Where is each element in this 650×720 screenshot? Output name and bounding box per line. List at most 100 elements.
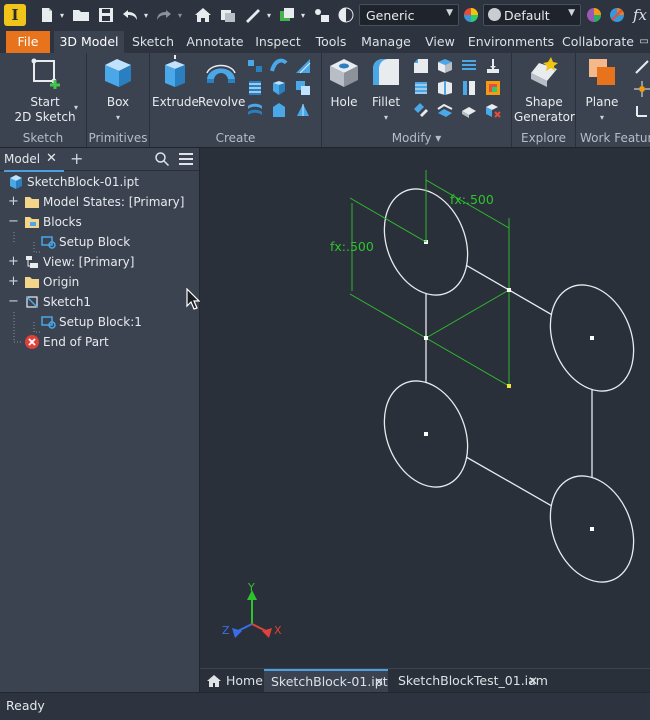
tab-inspect[interactable]: Inspect [252,31,304,53]
direct-edit-icon[interactable] [484,79,502,97]
extrude-button[interactable]: Extrude [152,55,199,110]
update-icon[interactable] [276,5,298,25]
plane-label: Plane [585,95,619,109]
center-point[interactable] [424,432,428,436]
tab-view[interactable]: View [420,31,460,53]
measure-dropdown-icon[interactable]: ▾ [265,5,273,25]
axis-tool-icon[interactable] [634,59,650,75]
projects-icon[interactable] [217,5,239,25]
redo-icon[interactable] [154,5,174,25]
plane-dropdown-icon[interactable]: ▾ [580,110,624,125]
dimension-label-top[interactable]: fx:.500 [450,192,494,207]
tab-3d-model[interactable]: 3D Model [54,31,124,53]
center-point[interactable] [590,336,594,340]
expand-icon[interactable]: + [8,192,19,212]
collapse-icon[interactable]: − [8,292,19,312]
inventor-logo[interactable]: I [4,4,26,26]
derive-icon[interactable] [294,79,312,97]
close-icon[interactable]: ✕ [528,669,538,693]
emboss-icon[interactable] [270,79,288,97]
home-icon[interactable] [192,5,214,25]
appearance-dropdown[interactable]: Default ▼ [483,4,581,26]
sweep-icon[interactable] [270,57,288,75]
select-filter-icon[interactable] [312,5,332,25]
sketch-midpoint[interactable] [424,336,428,340]
fillet-button[interactable]: Fillet ▾ [366,55,406,125]
adjust-appearance-icon[interactable] [584,5,604,25]
tab-sketch[interactable]: Sketch [128,31,178,53]
split-icon[interactable] [484,57,502,75]
modify-panel-title[interactable]: Modify ▾ [322,131,511,145]
doc-tab-sketchblocktest-01[interactable]: SketchBlockTest_01.iam ✕ [392,669,548,693]
browser-menu-icon[interactable] [178,152,194,169]
color-wheel-icon[interactable] [461,5,481,25]
hole-button[interactable]: Hole [324,55,364,110]
box-dropdown-icon[interactable]: ▾ [93,110,143,125]
plane-button[interactable]: Plane ▾ [580,55,624,125]
doc-tab-sketchblock-01[interactable]: SketchBlock-01.ipt ✕ [264,669,388,693]
plane-icon [589,59,615,85]
tab-annotate[interactable]: Annotate [184,31,246,53]
thicken-icon[interactable] [460,79,478,97]
center-point[interactable] [590,527,594,531]
replace-face-icon[interactable] [412,101,430,119]
update-dropdown-icon[interactable]: ▾ [299,5,307,25]
add-browser-tab-icon[interactable]: + [70,148,83,170]
undo-icon[interactable] [120,5,140,25]
tab-collaborate[interactable]: Collaborate [560,31,636,53]
search-icon[interactable] [154,151,170,170]
material-dropdown[interactable]: Generic ▼ [359,4,459,26]
rib-icon[interactable] [294,57,312,75]
collapse-icon[interactable]: − [8,212,19,232]
dimension-label-left[interactable]: fx:.500 [330,239,374,254]
redo-dropdown-icon[interactable]: ▾ [176,5,184,25]
undo-dropdown-icon[interactable]: ▾ [142,5,150,25]
start-sketch-dropdown-icon[interactable]: ▾ [74,103,78,112]
open-folder-icon[interactable] [70,5,92,25]
save-icon[interactable] [95,5,117,25]
sketch-endpoint[interactable] [507,384,511,388]
fillet-dropdown-icon[interactable]: ▾ [366,110,406,125]
explore-panel: Shape Generator Explore [512,53,576,147]
graphics-viewport[interactable]: fx:.500 fx:.500 Y Z X [200,148,650,668]
generator-label: Generator [514,110,575,124]
shape-generator-button[interactable]: Shape Generator [514,55,575,125]
chamfer-icon[interactable] [412,57,430,75]
revolve-button[interactable]: Revolve [198,55,245,110]
tab-file[interactable]: File [6,31,50,53]
coil-icon[interactable] [246,79,264,97]
appearance-sphere-icon[interactable] [336,5,356,25]
unwrap-icon[interactable] [294,101,312,119]
close-icon[interactable]: ✕ [374,671,384,693]
loft-icon[interactable] [246,57,264,75]
combine-icon[interactable] [436,79,454,97]
parameters-fx-button[interactable]: fx [630,5,650,25]
tab-environments[interactable]: Environments [466,31,556,53]
new-dropdown-icon[interactable]: ▾ [58,5,66,25]
ribbon-expand-icon[interactable]: ▭ [638,31,650,53]
copy-object-icon[interactable] [460,101,478,119]
sketch-midpoint[interactable] [507,288,511,292]
measure-icon[interactable] [242,5,264,25]
tab-manage[interactable]: Manage [358,31,414,53]
start-2d-sketch-button[interactable]: Start 2D Sketch [6,55,84,125]
new-file-icon[interactable] [36,5,58,25]
draft-icon[interactable] [460,57,478,75]
import-icon[interactable] [270,101,288,119]
delete-face-icon[interactable] [484,101,502,119]
decal-icon[interactable] [246,101,264,119]
doc-tab-home[interactable]: Home [204,669,263,693]
model-browser: Model ✕ + SketchBlock-01.ipt + Model Sta… [0,148,200,692]
tab-tools[interactable]: Tools [310,31,352,53]
bend-part-icon[interactable] [436,101,454,119]
thread-icon[interactable] [412,79,430,97]
expand-icon[interactable]: + [8,272,19,292]
home-icon [207,675,221,687]
box-button[interactable]: Box ▾ [93,55,143,125]
ucs-tool-icon[interactable] [634,103,650,119]
point-tool-icon[interactable] [634,81,650,97]
clear-appearance-icon[interactable] [607,5,627,25]
expand-icon[interactable]: + [8,252,19,272]
shell-icon[interactable] [436,57,454,75]
sketch-canvas[interactable]: fx:.500 fx:.500 Y Z X [200,148,650,668]
